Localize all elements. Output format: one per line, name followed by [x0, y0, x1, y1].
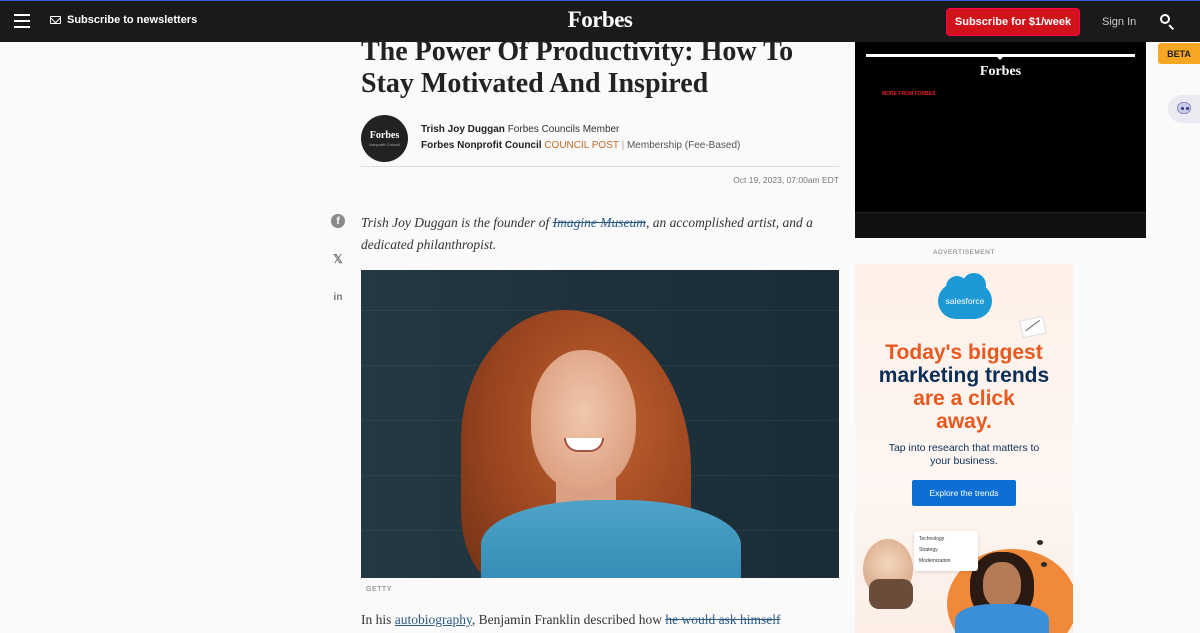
ad-topic-card: Technology Strategy Modernization [914, 531, 978, 571]
ad-headline-line-1: Today's biggest [885, 341, 1043, 364]
ad-person-face [983, 562, 1021, 608]
imagine-museum-link[interactable]: Imagine Museum [553, 215, 646, 230]
advertisement-label: ADVERTISEMENT [933, 249, 995, 256]
hero-photo [361, 270, 839, 578]
byline-council-row: Forbes Nonprofit Council COUNCIL POST | … [421, 140, 740, 151]
ai-assistant-robot-icon[interactable] [1168, 95, 1200, 123]
author-role: Forbes Councils Member [507, 124, 620, 135]
hamburger-menu-icon[interactable] [14, 14, 30, 28]
ad-headline-line-4: away. [936, 410, 992, 433]
publish-date: Oct 19, 2023, 07:00am EDT [733, 175, 839, 185]
video-player[interactable]: Forbes MORE FROM FORBES [855, 42, 1146, 238]
video-controls[interactable] [855, 212, 1146, 238]
byline-author-row: Trish Joy Duggan Forbes Councils Member [421, 124, 619, 135]
ad-card-item-technology: Technology [919, 536, 945, 542]
linkedin-share-icon[interactable]: in [331, 290, 345, 304]
newsletter-label: Subscribe to newsletters [67, 14, 198, 26]
byline-separator: | [621, 140, 625, 151]
facebook-share-icon[interactable]: f [331, 214, 345, 228]
video-progress-bar[interactable] [866, 54, 1135, 60]
article-headline: The Power Of Productivity: How To Stay M… [361, 36, 794, 99]
ad-headline-line-2: marketing trends [878, 364, 1050, 387]
body-text-before: In his [361, 612, 395, 627]
salesforce-brand-text: salesforce [945, 296, 985, 306]
council-name-link[interactable]: Forbes Nonprofit Council [421, 140, 542, 151]
membership-label: Membership (Fee-Based) [626, 140, 741, 151]
bee-icon [1041, 562, 1047, 567]
sign-in-link[interactable]: Sign In [1102, 16, 1136, 28]
bee-icon [1037, 540, 1043, 545]
author-name-link[interactable]: Trish Joy Duggan [421, 124, 505, 135]
autobiography-link[interactable]: autobiography [395, 612, 472, 627]
byline-divider [361, 166, 839, 167]
page: Subscribe to newsletters Forbes Subscrib… [0, 0, 1200, 633]
body-text-middle: , Benjamin Franklin described how [471, 612, 666, 627]
beta-tab[interactable]: BETA [1158, 43, 1200, 64]
salesforce-logo-icon: salesforce [938, 273, 992, 319]
intro-text-before: Trish Joy Duggan is the founder of [361, 215, 553, 230]
search-icon[interactable] [1160, 14, 1175, 31]
trend-chart-icon [1019, 315, 1047, 339]
x-share-icon[interactable]: 𝕏 [331, 252, 345, 266]
ad-headline: Today's biggest marketing trends are a c… [855, 341, 1073, 433]
avatar-logo-text: Forbes [369, 130, 400, 141]
avatar-subtext: Nonprofit Council [369, 142, 400, 147]
forbes-logo[interactable]: Forbes [568, 7, 633, 32]
ad-card-item-strategy: Strategy [919, 547, 938, 553]
ad-person-shirt [955, 604, 1049, 633]
article-body-paragraph: In his autobiography, Benjamin Franklin … [361, 612, 841, 628]
photo-credit: GETTY [366, 586, 392, 593]
subscribe-newsletters-link[interactable]: Subscribe to newsletters [50, 14, 197, 26]
mascot-body [869, 579, 913, 609]
salesforce-advertisement[interactable]: salesforce Today's biggest marketing tre… [855, 264, 1073, 633]
video-forbes-logo: Forbes [979, 64, 1022, 79]
more-from-forbes-label: MORE FROM FORBES [882, 91, 936, 97]
ask-himself-link[interactable]: he would ask himself [665, 612, 780, 627]
ad-headline-line-3: are a click [913, 387, 1015, 410]
explore-trends-button[interactable]: Explore the trends [912, 480, 1016, 506]
ad-card-item-modernization: Modernization [919, 558, 951, 564]
council-post-label: COUNCIL POST [544, 140, 619, 151]
ad-subtext: Tap into research that matters to your b… [888, 442, 1040, 467]
mail-icon [50, 16, 61, 24]
author-avatar[interactable]: Forbes Nonprofit Council [361, 115, 408, 162]
article-intro: Trish Joy Duggan is the founder of Imagi… [361, 212, 839, 256]
subscribe-button[interactable]: Subscribe for $1/week [946, 8, 1080, 36]
